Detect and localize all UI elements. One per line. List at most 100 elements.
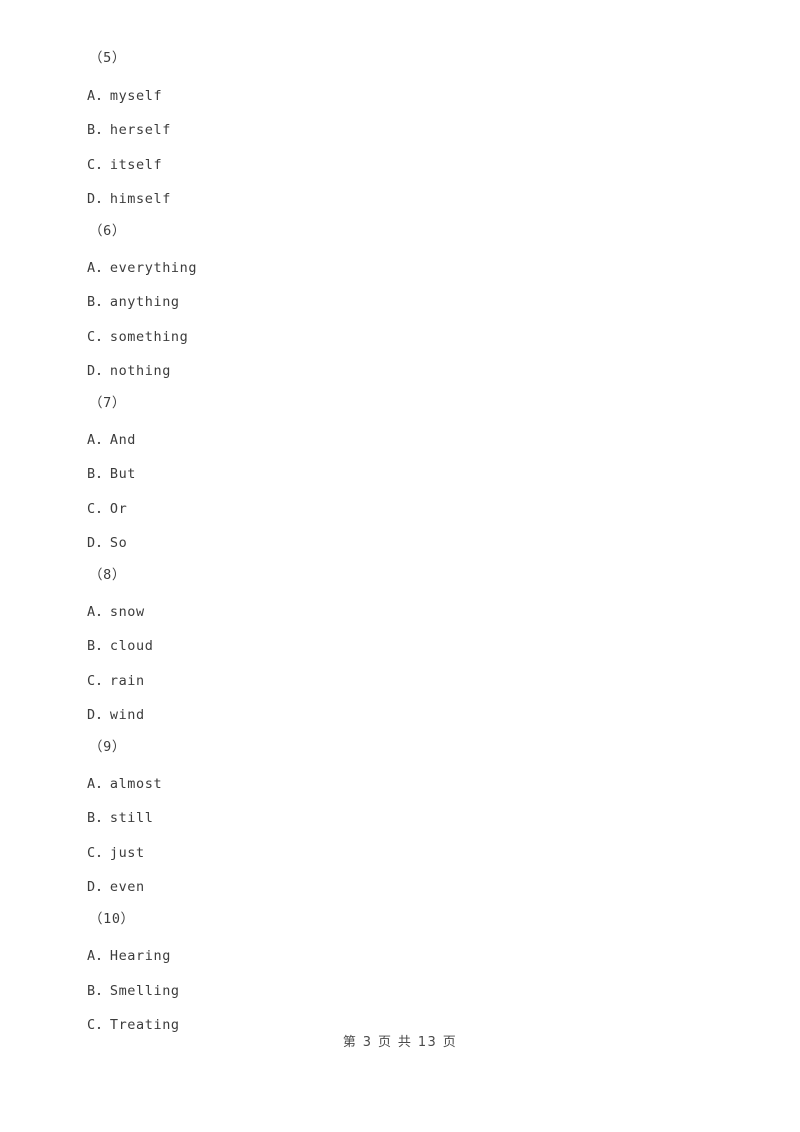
document-page: （5） A．myself B．herself C．itself D．himself （6）… [0, 0, 800, 1132]
answer-option[interactable]: B．herself [87, 122, 171, 138]
option-separator: ． [95, 810, 110, 826]
option-separator: ． [95, 845, 110, 861]
option-letter: A [87, 260, 96, 276]
answer-option[interactable]: C．rain [87, 673, 145, 689]
answer-option[interactable]: A．Hearing [87, 948, 171, 964]
option-text: almost [109, 776, 163, 792]
option-text: itself [109, 157, 163, 173]
option-separator: ． [95, 260, 110, 276]
answer-option[interactable]: D．So [87, 535, 127, 551]
answer-option[interactable]: D．himself [87, 191, 171, 207]
option-letter: D [87, 363, 96, 379]
option-separator: ． [95, 501, 110, 517]
option-letter: D [87, 707, 96, 723]
question-number: （7） [89, 395, 126, 411]
option-text: Hearing [109, 948, 171, 964]
option-letter: A [87, 432, 96, 448]
option-text: And [109, 432, 137, 448]
option-separator: ． [95, 294, 110, 310]
option-text: Treating [109, 1017, 180, 1033]
option-letter: B [87, 638, 96, 654]
answer-option[interactable]: A．snow [87, 604, 145, 620]
answer-option[interactable]: A．everything [87, 260, 197, 276]
option-separator: ． [95, 673, 110, 689]
option-separator: ． [95, 157, 110, 173]
option-letter: D [87, 191, 96, 207]
question-number: （9） [89, 739, 126, 755]
option-text: myself [109, 88, 163, 104]
option-letter: C [87, 501, 96, 517]
option-text: still [109, 810, 154, 826]
option-separator: ． [95, 466, 110, 482]
option-text: snow [109, 604, 145, 620]
option-letter: B [87, 983, 96, 999]
answer-option[interactable]: D．wind [87, 707, 145, 723]
answer-option[interactable]: B．Smelling [87, 983, 180, 999]
option-text: Or [109, 501, 128, 517]
answer-option[interactable]: A．almost [87, 776, 162, 792]
answer-option[interactable]: B．anything [87, 294, 180, 310]
answer-option[interactable]: C．just [87, 845, 145, 861]
option-letter: C [87, 157, 96, 173]
answer-option[interactable]: A．And [87, 432, 136, 448]
option-separator: ． [95, 604, 110, 620]
option-separator: ． [95, 432, 110, 448]
option-text: cloud [109, 638, 154, 654]
answer-option[interactable]: B．cloud [87, 638, 153, 654]
option-text: anything [109, 294, 180, 310]
option-separator: ． [95, 776, 110, 792]
option-text: wind [109, 707, 145, 723]
page-footer: 第 3 页 共 13 页 [342, 1035, 458, 1050]
option-separator: ． [95, 1017, 110, 1033]
option-text: nothing [109, 363, 171, 379]
option-separator: ． [95, 88, 110, 104]
option-letter: B [87, 294, 96, 310]
option-letter: D [87, 879, 96, 895]
question-number: （6） [89, 223, 126, 239]
option-text: even [109, 879, 145, 895]
answer-option[interactable]: A．myself [87, 88, 162, 104]
option-separator: ． [95, 363, 110, 379]
option-letter: D [87, 535, 96, 551]
option-text: Smelling [109, 983, 180, 999]
option-letter: A [87, 776, 96, 792]
option-text: So [109, 535, 128, 551]
answer-option[interactable]: D．even [87, 879, 145, 895]
option-separator: ． [95, 638, 110, 654]
option-separator: ． [95, 879, 110, 895]
option-letter: A [87, 948, 96, 964]
option-separator: ． [95, 329, 110, 345]
option-letter: A [87, 604, 96, 620]
question-number: （8） [89, 567, 126, 583]
option-separator: ． [95, 122, 110, 138]
option-text: rain [109, 673, 145, 689]
question-number: （5） [89, 50, 126, 66]
answer-option[interactable]: B．still [87, 810, 153, 826]
option-text: just [109, 845, 145, 861]
option-text: something [109, 329, 189, 345]
option-letter: B [87, 122, 96, 138]
option-separator: ． [95, 707, 110, 723]
option-letter: A [87, 88, 96, 104]
answer-option[interactable]: C．Treating [87, 1017, 180, 1033]
option-letter: C [87, 845, 96, 861]
option-letter: B [87, 466, 96, 482]
question-number: （10） [89, 911, 135, 927]
option-letter: C [87, 329, 96, 345]
option-text: But [109, 466, 137, 482]
option-separator: ． [95, 983, 110, 999]
option-text: himself [109, 191, 171, 207]
answer-option[interactable]: C．Or [87, 501, 127, 517]
answer-option[interactable]: D．nothing [87, 363, 171, 379]
answer-option[interactable]: C．something [87, 329, 188, 345]
answer-option[interactable]: C．itself [87, 157, 162, 173]
option-letter: B [87, 810, 96, 826]
option-text: everything [109, 260, 198, 276]
option-letter: C [87, 1017, 96, 1033]
option-separator: ． [95, 948, 110, 964]
option-separator: ． [95, 535, 110, 551]
option-text: herself [109, 122, 171, 138]
answer-option[interactable]: B．But [87, 466, 136, 482]
option-separator: ． [95, 191, 110, 207]
option-letter: C [87, 673, 96, 689]
